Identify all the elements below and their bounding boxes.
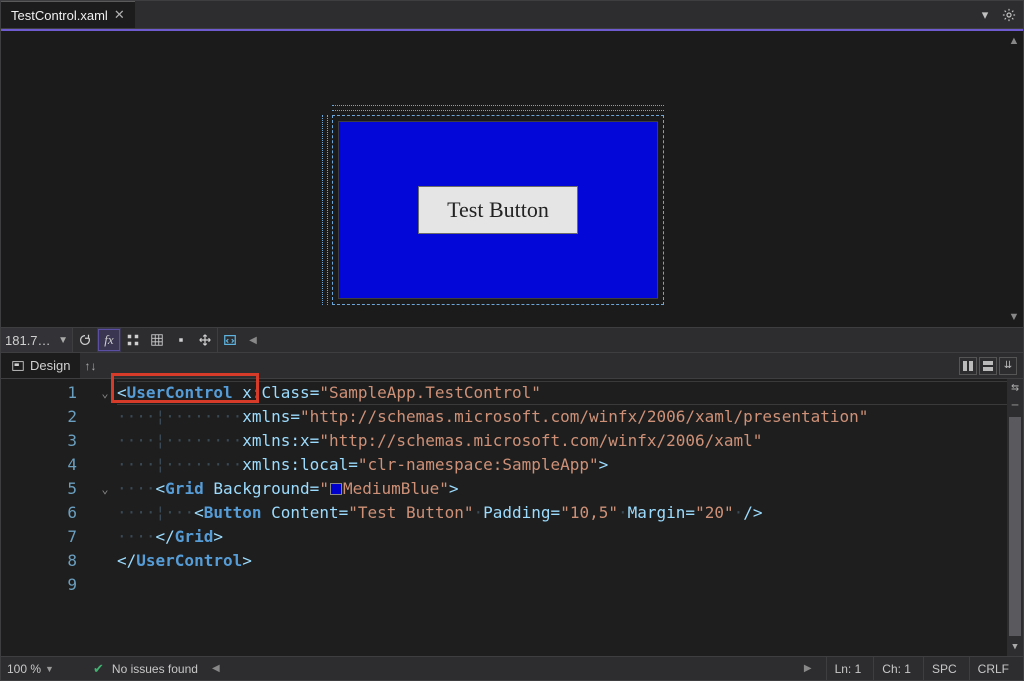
design-icon [11, 359, 25, 373]
designer-zoom-dropdown[interactable]: 181.7… ▼ [1, 328, 73, 352]
document-tab[interactable]: TestControl.xaml ✕ [1, 1, 135, 28]
tab-title: TestControl.xaml [11, 8, 108, 23]
editor-window: TestControl.xaml ✕ ▾ Test Button ▲ ▼ [0, 0, 1024, 681]
snap-lines-icon[interactable] [169, 328, 193, 352]
chevron-down-icon: ▼ [58, 335, 68, 346]
design-tab-label: Design [30, 358, 70, 373]
code-editor[interactable]: 1 2 3 4 5 6 7 8 9 ⌄ ⌄ <UserControl x:Cla… [1, 379, 1023, 656]
grid-icon[interactable] [121, 328, 145, 352]
scroll-right-icon[interactable]: ▶ [804, 663, 812, 674]
scroll-up-icon[interactable]: ▲ [1009, 35, 1020, 47]
check-icon: ✔ [93, 661, 104, 677]
line-number-gutter: 1 2 3 4 5 6 7 8 9 [1, 379, 93, 656]
issues-label[interactable]: No issues found [112, 662, 198, 676]
hscroll-left-icon[interactable]: ◀ [241, 328, 265, 352]
designer-toolbar: 181.7… ▼ fx ◀ [1, 327, 1023, 353]
collapse-pane-icon[interactable]: ⇊ [999, 357, 1017, 375]
designer-pane[interactable]: Test Button ▲ ▼ [1, 31, 1023, 327]
refresh-icon[interactable] [73, 328, 97, 352]
editor-scrollbar-vertical[interactable]: ⇆ − ▼ [1007, 379, 1023, 656]
scroll-left-icon[interactable]: ◀ [212, 663, 220, 674]
swap-panes-button[interactable]: ↑↓ [80, 353, 100, 378]
zoom-value: 181.7… [5, 333, 51, 348]
indent-indicator[interactable]: SPC [923, 657, 965, 680]
status-bar: 100 % ▼ ✔ No issues found ◀ ▶ Ln: 1 Ch: … [1, 656, 1023, 680]
ruler-horizontal [332, 105, 664, 111]
chevron-down-icon: ▼ [45, 664, 54, 674]
fold-gutter: ⌄ ⌄ [93, 379, 117, 656]
eol-indicator[interactable]: CRLF [969, 657, 1017, 680]
zoom-level[interactable]: 100 % ▼ [7, 662, 67, 676]
color-swatch-icon [330, 483, 342, 495]
fold-icon[interactable]: ⌄ [93, 477, 117, 501]
col-indicator[interactable]: Ch: 1 [873, 657, 919, 680]
code-body[interactable]: <UserControl x:Class="SampleApp.TestCont… [117, 379, 1023, 656]
split-vertical-icon[interactable] [959, 357, 977, 375]
snap-grid-icon[interactable] [145, 328, 169, 352]
design-tab[interactable]: Design [1, 353, 80, 378]
test-button[interactable]: Test Button [418, 186, 578, 234]
line-indicator[interactable]: Ln: 1 [826, 657, 870, 680]
swap-icon: ↑↓ [84, 359, 96, 373]
close-icon[interactable]: ✕ [114, 7, 125, 23]
split-horizontal-icon[interactable] [979, 357, 997, 375]
tab-bar: TestControl.xaml ✕ ▾ [1, 1, 1023, 29]
tab-dropdown-icon[interactable]: ▾ [975, 1, 995, 28]
gear-icon[interactable] [995, 1, 1023, 28]
split-tabs: Design ↑↓ XAML ⇊ [1, 353, 1023, 379]
split-pane-controls: ⇊ [959, 353, 1023, 378]
fold-icon[interactable]: ⌄ [93, 381, 117, 405]
usercontrol-preview[interactable]: Test Button [338, 121, 658, 299]
move-icon[interactable] [193, 328, 217, 352]
ruler-vertical [322, 115, 328, 305]
editor-scrollbar-horizontal[interactable]: ◀ ▶ [212, 662, 812, 676]
designer-scrollbar-vertical[interactable]: ▲ ▼ [1007, 35, 1021, 323]
scroll-down-icon[interactable]: ▼ [1009, 311, 1020, 323]
designer-canvas[interactable]: Test Button [338, 121, 658, 299]
effects-icon[interactable]: fx [97, 328, 121, 352]
code-view-icon[interactable] [217, 328, 241, 352]
